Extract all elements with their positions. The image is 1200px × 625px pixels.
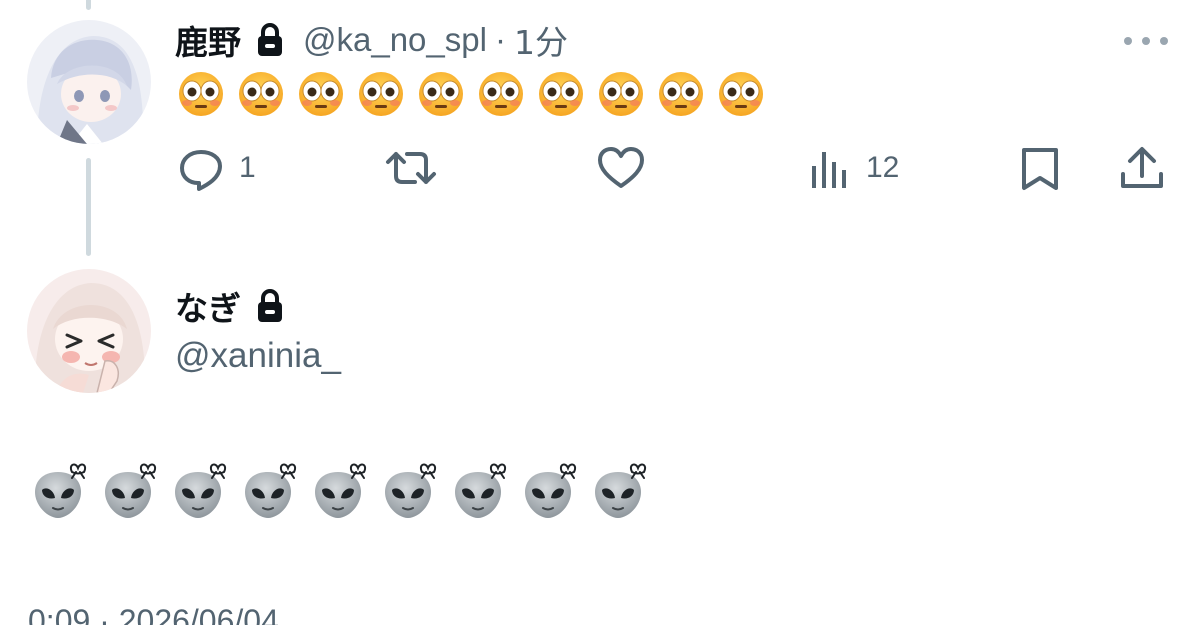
flushed-face-emoji bbox=[479, 72, 523, 116]
alien-ribbon-emoji bbox=[455, 463, 507, 518]
flushed-face-emoji bbox=[539, 72, 583, 116]
views-icon bbox=[812, 152, 846, 188]
handle[interactable]: @ka_no_spl bbox=[303, 21, 487, 59]
flushed-face-emoji bbox=[659, 72, 703, 116]
reply-count: 1 bbox=[239, 151, 256, 184]
display-name[interactable]: なぎ bbox=[175, 282, 241, 330]
alien-ribbon-emoji bbox=[245, 463, 297, 518]
tweet-text bbox=[32, 462, 648, 522]
timestamp[interactable]: 0:09 · 2026/06/04 bbox=[28, 603, 279, 625]
alien-ribbon-emoji bbox=[175, 463, 227, 518]
bookmark-icon bbox=[1022, 148, 1058, 190]
like-button[interactable] bbox=[596, 140, 660, 196]
heart-icon bbox=[598, 147, 644, 188]
separator-dot: · bbox=[494, 21, 506, 58]
flushed-face-emoji bbox=[359, 72, 403, 116]
avatar[interactable] bbox=[27, 269, 151, 393]
retweet-icon bbox=[386, 152, 436, 184]
alien-ribbon-emoji bbox=[105, 463, 157, 518]
more-options-icon[interactable] bbox=[1124, 36, 1168, 46]
flushed-face-emoji bbox=[419, 72, 463, 116]
flushed-face-emoji bbox=[179, 72, 223, 116]
lock-icon bbox=[255, 288, 285, 324]
alien-ribbon-emoji bbox=[315, 463, 367, 518]
tweet-text bbox=[177, 70, 765, 118]
views-button[interactable]: 12 bbox=[808, 140, 899, 196]
handle[interactable]: @xaninia_ bbox=[175, 336, 341, 376]
views-count: 12 bbox=[866, 151, 900, 184]
flushed-face-emoji bbox=[599, 72, 643, 116]
action-bar: 1 12 bbox=[0, 140, 1200, 196]
share-icon bbox=[1121, 147, 1163, 188]
share-button[interactable] bbox=[1118, 140, 1166, 196]
alien-ribbon-emoji bbox=[35, 463, 87, 518]
retweet-button[interactable] bbox=[385, 140, 451, 196]
bookmark-button[interactable] bbox=[1018, 140, 1062, 196]
lock-icon bbox=[255, 22, 285, 58]
avatar[interactable] bbox=[27, 20, 151, 144]
alien-ribbon-emoji bbox=[385, 463, 437, 518]
timestamp[interactable]: 1分 bbox=[514, 16, 568, 64]
thread-line-top bbox=[86, 0, 91, 10]
tweet-header: なぎ bbox=[175, 283, 285, 329]
alien-ribbon-emoji bbox=[525, 463, 577, 518]
tweet-thread: 鹿野 @ka_no_spl · 1分 1 12 なぎ @xaninia_ 0:0… bbox=[0, 0, 1200, 625]
display-name[interactable]: 鹿野 bbox=[175, 16, 241, 64]
reply-icon bbox=[180, 150, 222, 191]
reply-button[interactable]: 1 bbox=[177, 140, 256, 196]
flushed-face-emoji bbox=[719, 72, 763, 116]
flushed-face-emoji bbox=[299, 72, 343, 116]
flushed-face-emoji bbox=[239, 72, 283, 116]
alien-ribbon-emoji bbox=[595, 463, 647, 518]
tweet-header: 鹿野 @ka_no_spl · 1分 bbox=[175, 16, 568, 64]
